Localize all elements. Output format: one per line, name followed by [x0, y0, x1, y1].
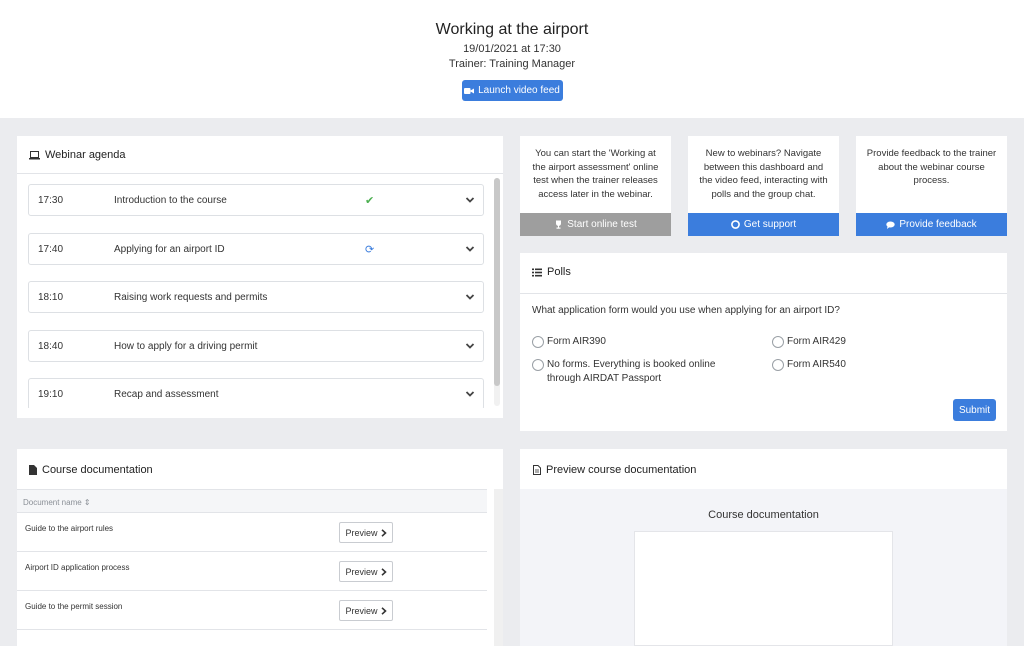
radio-button[interactable] [772, 359, 784, 371]
agenda-topic: Introduction to the course [114, 195, 227, 206]
agenda-scrollbar[interactable] [494, 178, 500, 406]
poll-option[interactable]: Form AIR429 [772, 335, 972, 349]
page-title: Working at the airport [435, 21, 589, 38]
preview-header: Preview course documentation [533, 464, 696, 476]
trophy-icon [554, 220, 563, 229]
agenda-item[interactable]: 18:40 How to apply for a driving permit [28, 330, 484, 362]
online-test-card: You can start the 'Working at the airpor… [520, 136, 671, 236]
poll-option[interactable]: Form AIR540 [772, 358, 972, 372]
chevron-right-icon [380, 567, 387, 576]
agenda-list: 17:30 Introduction to the course ✔ 17:40… [17, 174, 503, 408]
divider [520, 293, 1007, 294]
check-icon: ✔ [365, 195, 375, 207]
polls-card: Polls What application form would you us… [520, 253, 1007, 431]
preview-label: Preview [345, 605, 378, 616]
document-name: Guide to the airport rules [25, 524, 114, 533]
launch-video-feed-label: Launch video feed [478, 85, 560, 96]
document-name: Guide to the permit session [25, 602, 123, 611]
poll-option[interactable]: No forms. Everything is booked online th… [532, 358, 752, 386]
video-camera-icon [464, 87, 475, 95]
feedback-card: Provide feedback to the trainer about th… [856, 136, 1007, 236]
get-support-button[interactable]: Get support [688, 213, 839, 236]
docs-title: Course documentation [42, 464, 153, 476]
agenda-time: 18:40 [38, 341, 64, 352]
agenda-item[interactable]: 17:30 Introduction to the course ✔ [28, 184, 484, 216]
radio-button[interactable] [532, 359, 544, 371]
agenda-time: 17:30 [38, 195, 64, 206]
poll-option[interactable]: Form AIR390 [532, 335, 752, 349]
provide-feedback-label: Provide feedback [899, 219, 977, 230]
chevron-down-icon[interactable] [465, 389, 475, 399]
preview-title: Preview course documentation [546, 464, 697, 476]
polls-title: Polls [547, 266, 571, 278]
agenda-topic: Recap and assessment [114, 389, 219, 400]
submit-button[interactable]: Submit [953, 399, 996, 421]
document-page [634, 531, 893, 646]
sync-icon: ⟳ [365, 244, 375, 256]
trainer-name: Trainer: Training Manager [448, 58, 576, 70]
docs-scrollbar[interactable] [494, 489, 503, 646]
agenda-time: 19:10 [38, 389, 64, 400]
chevron-down-icon[interactable] [465, 292, 475, 302]
radio-button[interactable] [772, 336, 784, 348]
preview-button[interactable]: Preview [339, 522, 393, 543]
page-header: Working at the airport 19/01/2021 at 17:… [0, 0, 1024, 118]
preview-button[interactable]: Preview [339, 600, 393, 621]
start-online-test-label: Start online test [567, 219, 637, 230]
webinar-agenda-card: Webinar agenda 17:30 Introduction to the… [17, 136, 503, 418]
table-row: Guide to the airport rules Preview [17, 513, 487, 552]
chevron-down-icon[interactable] [465, 341, 475, 351]
poll-option-label: Form AIR390 [547, 336, 606, 347]
provide-feedback-button[interactable]: Provide feedback [856, 213, 1007, 236]
document-name: Airport ID application process [25, 563, 130, 572]
lifebuoy-icon [730, 220, 740, 229]
course-documentation-card: Course documentation Document name ⇕ Gui… [17, 449, 503, 646]
polls-header: Polls [532, 266, 571, 278]
poll-option-label: Form AIR540 [787, 359, 846, 370]
launch-video-feed-button[interactable]: Launch video feed [461, 80, 563, 101]
chevron-down-icon[interactable] [465, 195, 475, 205]
support-card: New to webinars? Navigate between this d… [688, 136, 839, 236]
radio-button[interactable] [532, 336, 544, 348]
chevron-down-icon[interactable] [465, 244, 475, 254]
preview-label: Preview [345, 527, 378, 538]
poll-option-label: Form AIR429 [787, 336, 846, 347]
table-row: Guide to the permit session Preview [17, 591, 487, 630]
column-header-document-name[interactable]: Document name ⇕ [17, 489, 487, 513]
table-row: Airport ID application process Preview [17, 552, 487, 591]
start-online-test-button[interactable]: Start online test [520, 213, 671, 236]
scrollbar-thumb[interactable] [494, 178, 500, 386]
agenda-time: 17:40 [38, 244, 64, 255]
online-test-text: You can start the 'Working at the airpor… [532, 148, 659, 200]
agenda-item[interactable]: 17:40 Applying for an airport ID ⟳ [28, 233, 484, 265]
document-preview-area: Course documentation [520, 489, 1007, 646]
feedback-text: Provide feedback to the trainer about th… [866, 148, 997, 186]
get-support-label: Get support [743, 219, 797, 230]
document-preview-title: Course documentation [708, 509, 819, 521]
chevron-right-icon [380, 528, 387, 537]
poll-option-label: No forms. Everything is booked online th… [547, 359, 716, 384]
preview-button[interactable]: Preview [339, 561, 393, 582]
agenda-topic: Applying for an airport ID [114, 244, 225, 255]
comment-icon [886, 221, 896, 229]
agenda-header: Webinar agenda [29, 149, 126, 161]
support-text: New to webinars? Navigate between this d… [699, 148, 828, 200]
agenda-item[interactable]: 18:10 Raising work requests and permits [28, 281, 484, 313]
agenda-topic: How to apply for a driving permit [114, 341, 258, 352]
webinar-date: 19/01/2021 at 17:30 [463, 43, 561, 55]
agenda-title: Webinar agenda [45, 149, 126, 161]
list-icon [532, 268, 542, 277]
docs-header: Course documentation [29, 464, 153, 476]
preview-documentation-card: Preview course documentation Course docu… [520, 449, 1007, 646]
chevron-right-icon [380, 606, 387, 615]
agenda-time: 18:10 [38, 292, 64, 303]
agenda-topic: Raising work requests and permits [114, 292, 268, 303]
document-icon [533, 465, 541, 475]
file-icon [29, 465, 37, 475]
laptop-icon [29, 150, 40, 160]
poll-question: What application form would you use when… [532, 305, 840, 316]
docs-table: Document name ⇕ Guide to the airport rul… [17, 489, 487, 630]
agenda-item[interactable]: 19:10 Recap and assessment [28, 378, 484, 408]
preview-label: Preview [345, 566, 378, 577]
